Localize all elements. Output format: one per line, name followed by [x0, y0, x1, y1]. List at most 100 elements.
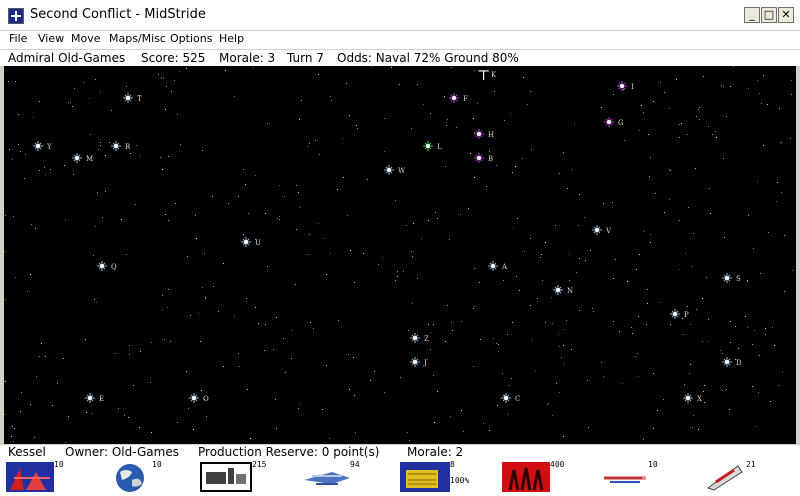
- title-bar: Second Conflict - MidStride _ □ ✕: [0, 0, 800, 31]
- scouts-button[interactable]: 21: [700, 460, 796, 494]
- star-system-x[interactable]: X: [683, 393, 702, 403]
- factories-count: 215: [252, 460, 267, 469]
- troopships-icon: [502, 462, 550, 492]
- star-label: D: [736, 359, 742, 367]
- close-button[interactable]: ✕: [778, 7, 794, 23]
- star-icon: [491, 264, 495, 268]
- stealthships-percent: 100%: [450, 476, 470, 485]
- star-system-n[interactable]: N: [553, 285, 573, 295]
- star-system-i[interactable]: I: [617, 81, 634, 91]
- star-icon: [75, 156, 79, 160]
- star-label: P: [684, 311, 689, 319]
- stealthships-button[interactable]: 8 100%: [398, 460, 490, 494]
- star-system-d[interactable]: D: [722, 357, 742, 367]
- star-system-l[interactable]: L: [423, 141, 442, 151]
- app-icon[interactable]: [8, 8, 24, 24]
- star-label: V: [605, 227, 612, 235]
- missiles-button[interactable]: 10: [598, 460, 696, 494]
- star-label: J: [423, 359, 427, 367]
- planet-icon: [116, 464, 144, 492]
- star-label: T: [137, 95, 142, 103]
- star-system-c[interactable]: C: [501, 393, 520, 403]
- star-system-s[interactable]: S: [722, 273, 741, 283]
- system-info-bar: Kessel Owner: Old-Games Production Reser…: [0, 445, 800, 460]
- star-system-m[interactable]: M: [72, 153, 93, 163]
- star-icon: [413, 336, 417, 340]
- star-system-q[interactable]: Q: [97, 261, 117, 271]
- star-icon: [88, 396, 92, 400]
- star-field: T F ⊤ K I H G Y R M L B W V U Q A S N P Z J D E O C X: [4, 66, 793, 443]
- star-icon: [725, 276, 729, 280]
- transports-count: 94: [350, 460, 360, 469]
- star-system-y[interactable]: Y: [33, 141, 52, 151]
- system-owner: Owner: Old-Games: [65, 445, 179, 459]
- star-system-o[interactable]: O: [189, 393, 209, 403]
- star-label: N: [567, 287, 573, 295]
- factories-button[interactable]: 215: [198, 460, 294, 494]
- star-system-g[interactable]: G: [604, 117, 624, 127]
- minimize-button[interactable]: _: [744, 7, 760, 23]
- star-icon: [504, 396, 508, 400]
- scouts-icon: [706, 465, 743, 491]
- menu-move[interactable]: Move: [71, 32, 101, 45]
- star-icon: [686, 396, 690, 400]
- star-label: C: [515, 395, 520, 403]
- star-label: M: [86, 155, 93, 163]
- star-system-h[interactable]: H: [474, 129, 494, 139]
- transports-icon: [304, 472, 350, 485]
- star-icon: [114, 144, 118, 148]
- star-icon: [556, 288, 560, 292]
- maximize-button[interactable]: □: [761, 7, 777, 23]
- star-label: R: [125, 143, 131, 151]
- menu-file[interactable]: File: [9, 32, 27, 45]
- warships-button[interactable]: 10: [4, 460, 94, 494]
- planet-button[interactable]: 10: [102, 460, 192, 494]
- star-system-v[interactable]: V: [592, 225, 612, 235]
- menu-maps-misc[interactable]: Maps/Misc: [109, 32, 166, 45]
- star-system-a[interactable]: A: [488, 261, 508, 271]
- star-system-u[interactable]: U: [241, 237, 261, 247]
- star-label: H: [488, 131, 494, 139]
- star-system-e[interactable]: E: [85, 393, 104, 403]
- star-label: K: [491, 71, 497, 79]
- star-system-t[interactable]: T: [123, 93, 142, 103]
- star-system-b[interactable]: B: [474, 153, 493, 163]
- star-icon: [477, 132, 481, 136]
- star-icon: [426, 144, 430, 148]
- star-icon: [452, 96, 456, 100]
- menu-view[interactable]: View: [38, 32, 64, 45]
- star-system-r[interactable]: R: [111, 141, 131, 151]
- fleet-marker-icon: ⊤: [477, 68, 490, 84]
- star-system-j[interactable]: J: [410, 357, 427, 367]
- transports-button[interactable]: 94: [300, 460, 390, 494]
- star-label: L: [437, 143, 442, 151]
- menu-options[interactable]: Options: [170, 32, 212, 45]
- star-label: Y: [46, 143, 52, 151]
- menu-help[interactable]: Help: [219, 32, 244, 45]
- system-name: Kessel: [8, 445, 46, 459]
- turn-value: Turn 7: [287, 51, 324, 65]
- star-icon: [607, 120, 611, 124]
- star-system-z[interactable]: Z: [410, 333, 429, 343]
- star-label: Z: [424, 335, 429, 343]
- star-system-w[interactable]: W: [384, 165, 406, 175]
- star-label: E: [99, 395, 104, 403]
- galaxy-map[interactable]: T F ⊤ K I H G Y R M L B W V U Q A S N P Z J D E O C X: [4, 66, 796, 444]
- star-label: Q: [111, 263, 117, 271]
- score-value: Score: 525: [141, 51, 206, 65]
- troopships-count: 400: [550, 460, 565, 469]
- star-system-f[interactable]: F: [449, 93, 468, 103]
- production-reserve: Production Reserve: 0 point(s): [198, 445, 380, 459]
- star-system-p[interactable]: P: [670, 309, 689, 319]
- system-morale: Morale: 2: [407, 445, 464, 459]
- star-icon: [126, 96, 130, 100]
- star-system-k[interactable]: ⊤ K: [477, 68, 497, 84]
- star-label: F: [463, 95, 468, 103]
- star-label: O: [203, 395, 209, 403]
- scouts-count: 21: [746, 460, 756, 469]
- star-label: W: [398, 167, 406, 175]
- star-icon: [620, 84, 624, 88]
- troopships-button[interactable]: 400: [500, 460, 596, 494]
- star-label: A: [501, 263, 508, 271]
- player-name: Admiral Old-Games: [8, 51, 126, 65]
